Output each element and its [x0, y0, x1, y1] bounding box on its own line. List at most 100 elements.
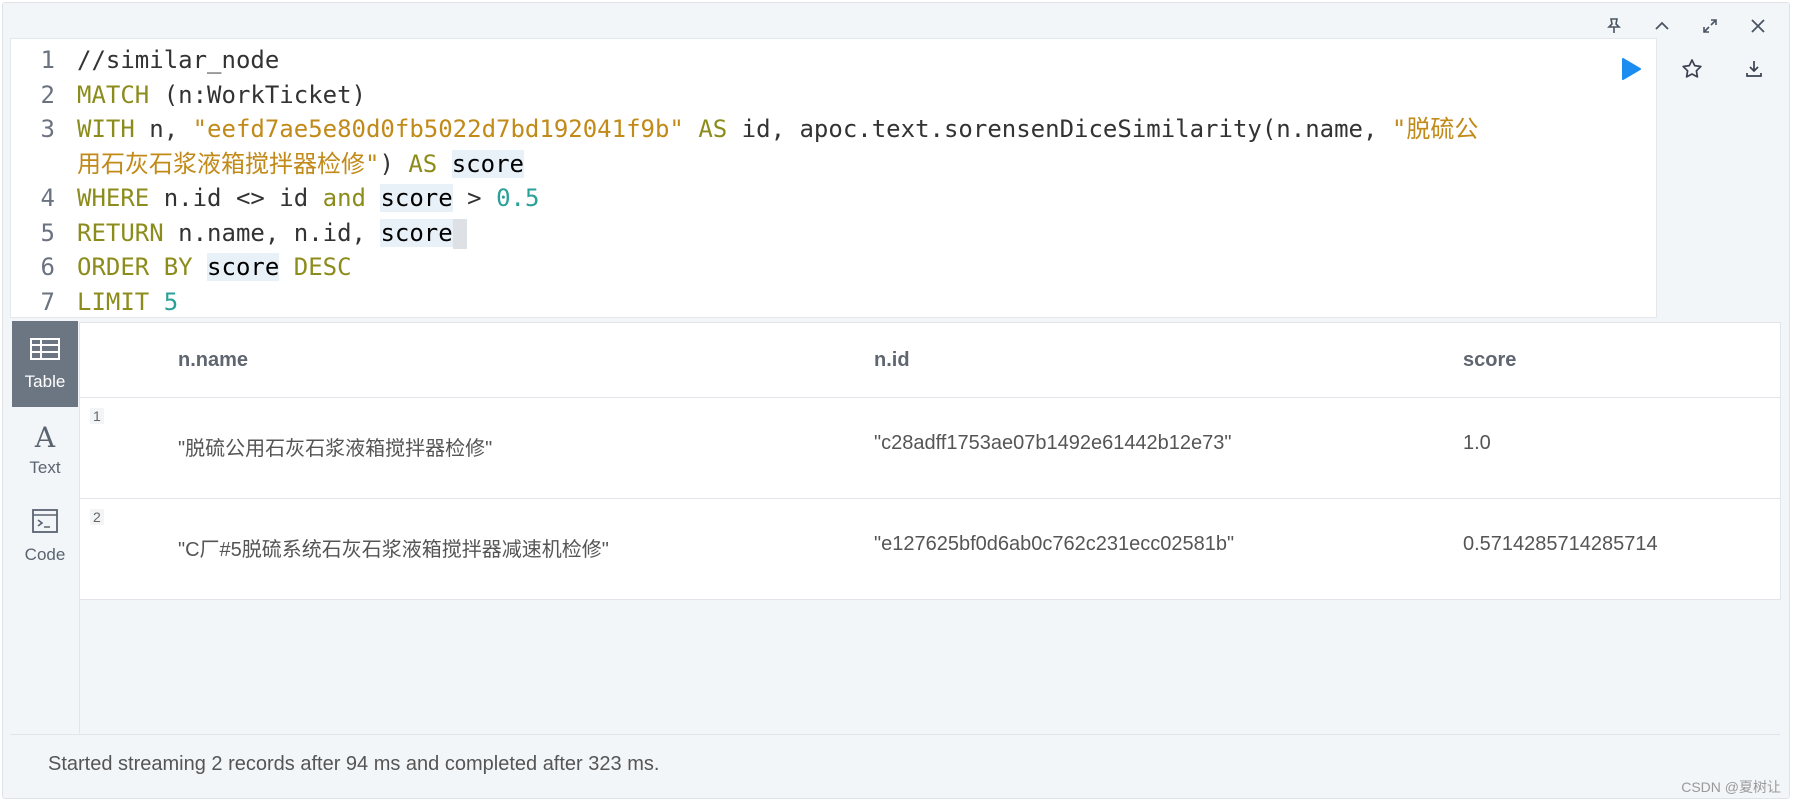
sidebar-item-label: Text	[29, 458, 61, 477]
code-text[interactable]: //similar_node	[77, 43, 279, 78]
line-number: 5	[40, 218, 55, 247]
code-token: )	[379, 149, 409, 178]
table-cell[interactable]: "脱硫公用石灰石浆液箱搅拌器检修"	[177, 397, 873, 499]
code-token: n,	[134, 115, 193, 143]
result-table: n.name n.id score 1 "脱硫公用石灰石浆液箱搅拌器检修" "c…	[79, 322, 1781, 600]
code-line[interactable]: 2 MATCH (n:WorkTicket)	[11, 78, 1656, 113]
code-token: 0.5	[496, 184, 540, 212]
row-number-cell: 2	[79, 498, 177, 600]
code-text[interactable]: WITH n, "eefd7ae5e80d0fb5022d7bd192041f9…	[77, 112, 1478, 147]
code-token: WITH	[77, 115, 135, 143]
result-view-sidebar: Table A Text Code	[12, 321, 78, 736]
star-icon[interactable]	[1678, 55, 1706, 83]
sidebar-item-table[interactable]: Table	[12, 321, 78, 407]
line-number: 1	[40, 46, 55, 74]
line-number: 3	[40, 115, 55, 143]
code-token: 用石灰石浆液箱搅拌器检修"	[77, 149, 380, 178]
line-number: 6	[40, 253, 55, 281]
sidebar-item-text[interactable]: A Text	[12, 407, 78, 493]
code-token: ORDER BY	[77, 253, 193, 281]
watermark: CSDN @夏树让	[1681, 779, 1781, 795]
code-line[interactable]: 用石灰石浆液箱搅拌器检修") AS score	[11, 147, 1656, 182]
line-number: 7	[40, 287, 55, 316]
code-area[interactable]: 1 //similar_node 2 MATCH (n:WorkTicket) 3 WIT…	[11, 39, 1656, 319]
row-number: 1	[90, 408, 104, 424]
table-cell[interactable]: "e127625bf0d6ab0c762c231ecc02581b"	[873, 498, 1462, 600]
code-line[interactable]: 6 ORDER BY score DESC	[11, 250, 1656, 285]
sidebar-item-label: Code	[24, 544, 66, 564]
code-token: AS	[698, 115, 728, 143]
row-number-cell: 1	[79, 397, 177, 499]
code-token: and	[322, 184, 366, 212]
query-editor[interactable]: 1 //similar_node 2 MATCH (n:WorkTicket) 3 WIT…	[10, 38, 1657, 318]
table-cell[interactable]: 1.0	[1462, 397, 1781, 499]
table-header-row: n.name n.id score	[79, 322, 1781, 398]
line-number: 2	[40, 80, 55, 109]
code-token: score	[207, 253, 280, 281]
table-row: 1 "脱硫公用石灰石浆液箱搅拌器检修" "c28adff1753ae07b149…	[79, 397, 1781, 499]
column-header[interactable]: n.id	[873, 322, 1462, 398]
code-token: score	[380, 218, 453, 247]
collapse-icon[interactable]	[1651, 15, 1673, 37]
status-message: Started streaming 2 records after 94 ms …	[48, 753, 660, 775]
table-cell[interactable]: "C厂#5脱硫系统石灰石浆液箱搅拌器减速机检修"	[177, 498, 873, 600]
table-row: 2 "C厂#5脱硫系统石灰石浆液箱搅拌器减速机检修" "e127625bf0d6…	[79, 498, 1781, 600]
code-line[interactable]: 3 WITH n, "eefd7ae5e80d0fb5022d7bd192041f…	[11, 112, 1656, 147]
code-token: //similar_node	[77, 46, 280, 74]
download-icon[interactable]	[1740, 55, 1768, 83]
window-controls	[1603, 15, 1769, 37]
code-line[interactable]: 5 RETURN n.name, n.id, score	[11, 216, 1656, 251]
code-text[interactable]: ORDER BY score DESC	[77, 250, 352, 285]
column-header[interactable]: score	[1462, 322, 1781, 398]
row-number: 2	[90, 509, 104, 525]
code-token: score	[380, 184, 453, 212]
line-number	[11, 147, 77, 182]
code-token: >	[452, 184, 497, 212]
code-token: "eefd7ae5e80d0fb5022d7bd192041f9b"	[192, 115, 684, 143]
code-text[interactable]: 用石灰石浆液箱搅拌器检修") AS score	[77, 147, 524, 182]
close-icon[interactable]	[1747, 15, 1769, 37]
column-header[interactable]: n.name	[177, 322, 873, 398]
row-number-header	[79, 322, 177, 398]
code-token: LIMIT	[77, 287, 150, 316]
code-token: RETURN	[77, 218, 164, 247]
code-token: WHERE	[77, 184, 150, 212]
line-number: 4	[40, 184, 55, 212]
text-cursor	[452, 218, 467, 249]
code-line[interactable]: 4 WHERE n.id <> id and score > 0.5	[11, 181, 1656, 216]
code-line[interactable]: 1 //similar_node	[11, 43, 1656, 78]
code-icon	[31, 508, 59, 541]
table-cell[interactable]: 0.5714285714285714	[1462, 498, 1781, 600]
run-icon[interactable]	[1617, 55, 1645, 83]
code-text[interactable]: WHERE n.id <> id and score > 0.5	[77, 181, 539, 216]
code-token: 5	[163, 287, 179, 316]
editor-toolbar	[1600, 55, 1785, 83]
code-token: n.name, n.id,	[163, 218, 381, 247]
code-token: MATCH	[77, 80, 150, 109]
code-token: (n:WorkTicket)	[149, 80, 366, 109]
table-icon	[29, 336, 61, 368]
code-token: score	[451, 149, 524, 178]
code-line[interactable]: 7 LIMIT 5	[11, 285, 1656, 320]
text-icon: A	[34, 421, 56, 454]
code-token: DESC	[293, 253, 352, 281]
table-cell[interactable]: "c28adff1753ae07b1492e61442b12e73"	[873, 397, 1462, 499]
code-token: id, apoc.text.sorensenDiceSimilarity(n.n…	[727, 115, 1392, 143]
code-text[interactable]: LIMIT 5	[77, 285, 178, 320]
code-text[interactable]: RETURN n.name, n.id, score	[77, 216, 467, 251]
sidebar-item-label: Table	[24, 372, 66, 391]
code-token: "脱硫公	[1391, 115, 1479, 143]
code-token: AS	[408, 149, 438, 178]
footer-divider	[10, 734, 1780, 735]
code-text[interactable]: MATCH (n:WorkTicket)	[77, 78, 366, 113]
code-token: n.id <> id	[149, 184, 323, 212]
sidebar-item-code[interactable]: Code	[12, 493, 78, 579]
pin-icon[interactable]	[1603, 15, 1625, 37]
expand-icon[interactable]	[1699, 15, 1721, 37]
